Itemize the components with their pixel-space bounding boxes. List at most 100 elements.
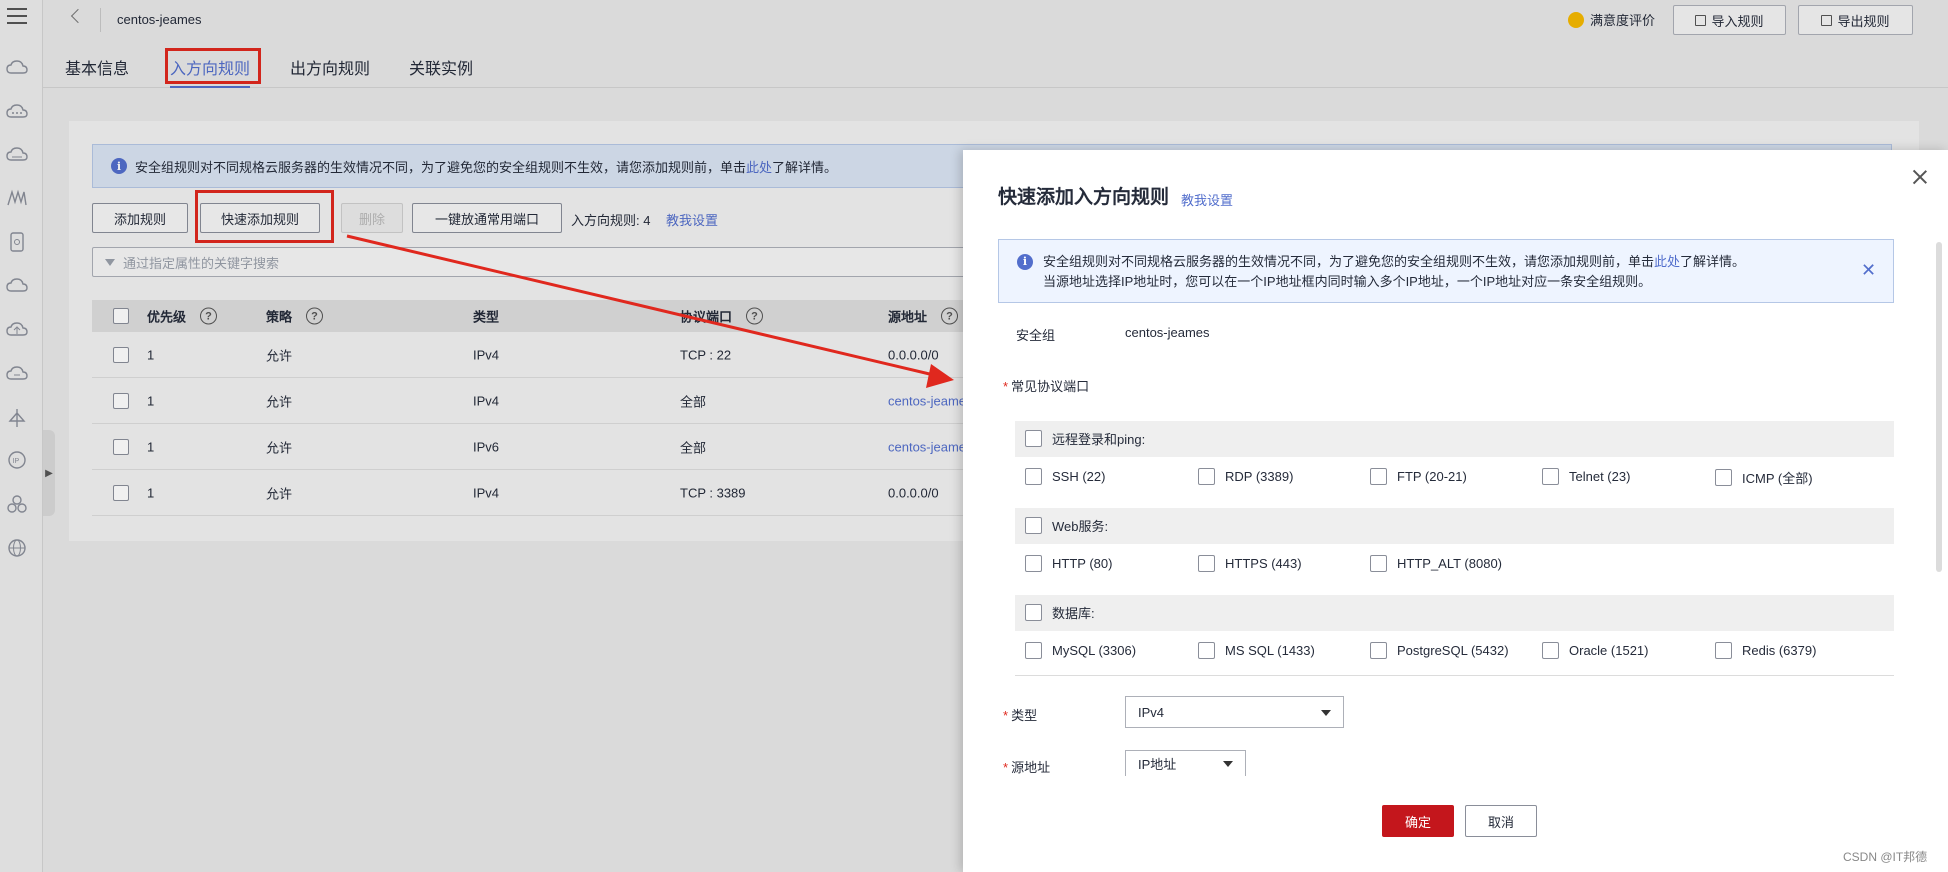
checkbox[interactable] [1715, 469, 1732, 486]
port-checkbox-http[interactable]: HTTP (80) [1025, 555, 1112, 572]
drawer-scrollbar[interactable] [1936, 242, 1942, 572]
cluster-icon[interactable] [6, 494, 28, 514]
checkbox[interactable] [1370, 642, 1387, 659]
checkbox[interactable] [1370, 555, 1387, 572]
port-checkbox-https[interactable]: HTTPS (443) [1198, 555, 1302, 572]
tab-basic-info[interactable]: 基本信息 [65, 55, 129, 79]
cancel-button[interactable]: 取消 [1465, 805, 1537, 837]
help-icon[interactable]: ? [306, 307, 324, 325]
delete-button[interactable]: 删除 [341, 203, 403, 233]
checkbox[interactable] [1542, 468, 1559, 485]
checkbox[interactable] [1025, 430, 1042, 447]
port-checkbox-telnet[interactable]: Telnet (23) [1542, 468, 1630, 485]
tab-outbound-rules[interactable]: 出方向规则 [290, 55, 370, 79]
row-checkbox[interactable] [113, 438, 129, 455]
checkbox[interactable] [1198, 468, 1215, 485]
add-rule-button[interactable]: 添加规则 [92, 203, 188, 233]
port-checkbox-ssh[interactable]: SSH (22) [1025, 468, 1105, 485]
back-icon[interactable] [70, 8, 86, 24]
port-checkbox-http-alt[interactable]: HTTP_ALT (8080) [1370, 555, 1502, 572]
open-common-ports-button[interactable]: 一键放通常用端口 [412, 203, 562, 233]
drawer-teach-link[interactable]: 教我设置 [1181, 190, 1233, 209]
group-checkbox-web[interactable]: Web服务: [1025, 516, 1108, 535]
header-separator [100, 8, 101, 32]
group-label: 数据库: [1052, 606, 1095, 621]
row-checkbox[interactable] [113, 484, 129, 501]
checkbox[interactable] [1198, 555, 1215, 572]
cell-type: IPv4 [473, 485, 500, 500]
source-select[interactable]: IP地址 [1125, 750, 1246, 776]
port-checkbox-redis[interactable]: Redis (6379) [1715, 642, 1816, 659]
port-checkbox-icmp[interactable]: ICMP (全部) [1715, 468, 1813, 487]
ip-icon[interactable]: IP [6, 450, 28, 470]
cell-protocol: 全部 [680, 394, 707, 409]
cloud-server-icon[interactable] [6, 58, 28, 78]
checkbox[interactable] [1370, 468, 1387, 485]
select-all-checkbox[interactable] [113, 308, 129, 324]
checkbox[interactable] [1025, 604, 1042, 621]
checkbox[interactable] [1025, 517, 1042, 534]
cell-policy: 允许 [266, 348, 293, 363]
help-icon[interactable]: ? [746, 307, 764, 325]
bandwidth-icon[interactable] [6, 188, 28, 208]
side-rail: IP ▶ [0, 0, 55, 872]
export-rules-button[interactable]: 导出规则 [1798, 5, 1913, 35]
help-icon[interactable]: ? [941, 307, 959, 325]
row-checkbox[interactable] [113, 392, 129, 409]
import-rules-button[interactable]: 导入规则 [1673, 5, 1786, 35]
cloud-link-icon[interactable] [6, 364, 28, 384]
checkbox[interactable] [1715, 642, 1732, 659]
checkbox[interactable] [1025, 642, 1042, 659]
cell-type: IPv4 [473, 393, 500, 408]
port-checkbox-oracle[interactable]: Oracle (1521) [1542, 642, 1648, 659]
checkbox[interactable] [1542, 642, 1559, 659]
help-icon[interactable]: ? [200, 307, 218, 325]
group-checkbox-database[interactable]: 数据库: [1025, 603, 1095, 622]
port-checkbox-postgresql[interactable]: PostgreSQL (5432) [1370, 642, 1509, 659]
sg-value: centos-jeames [1125, 325, 1210, 340]
port-checkbox-rdp[interactable]: RDP (3389) [1198, 468, 1293, 485]
collapse-handle[interactable]: ▶ [43, 430, 55, 516]
port-label: SSH (22) [1052, 469, 1106, 484]
col-source-label: 源地址 [888, 309, 928, 325]
tab-associated-instances[interactable]: 关联实例 [409, 55, 473, 79]
disk-icon[interactable] [6, 232, 28, 252]
menu-icon[interactable] [7, 8, 27, 29]
drawer-info-link[interactable]: 此处 [1654, 254, 1680, 269]
cell-source-link[interactable]: centos-jeame [888, 393, 966, 408]
dismiss-icon[interactable]: ✕ [1861, 260, 1876, 280]
checkbox[interactable] [1025, 555, 1042, 572]
type-select-value: IPv4 [1138, 704, 1165, 720]
checkbox[interactable] [1198, 642, 1215, 659]
globe-icon[interactable] [6, 538, 28, 558]
cell-source-link[interactable]: centos-jeame [888, 439, 966, 454]
col-priority: 优先级? [147, 307, 218, 326]
cell-priority: 1 [147, 485, 155, 500]
info-link[interactable]: 此处 [746, 160, 772, 175]
search-input[interactable]: 通过指定属性的关键字搜索 [92, 247, 1092, 277]
confirm-button[interactable]: 确定 [1382, 805, 1454, 837]
group-checkbox-remote-login[interactable]: 远程登录和ping: [1025, 429, 1145, 448]
import-icon [1695, 14, 1707, 26]
type-select[interactable]: IPv4 [1125, 696, 1344, 728]
cloud-storage-icon[interactable] [6, 145, 28, 165]
source-label: * 源地址 [1003, 760, 1051, 775]
checkbox[interactable] [1025, 468, 1042, 485]
cloud-icon[interactable] [6, 276, 28, 296]
port-label: MySQL (3306) [1052, 643, 1137, 658]
table-row: 1 允许 IPv4 全部 centos-jeame [92, 378, 1092, 424]
cloud-network-icon[interactable] [6, 102, 28, 122]
cloud-upload-icon[interactable] [6, 320, 28, 340]
port-checkbox-ftp[interactable]: FTP (20-21) [1370, 468, 1467, 485]
row-checkbox[interactable] [113, 346, 129, 363]
deploy-icon[interactable] [6, 408, 28, 428]
port-label: HTTP_ALT (8080) [1397, 556, 1503, 571]
security-group-title: centos-jeames [117, 12, 202, 27]
teach-me-link[interactable]: 教我设置 [666, 210, 718, 229]
port-checkbox-mssql[interactable]: MS SQL (1433) [1198, 642, 1315, 659]
satisfaction-link[interactable]: 满意度评价 [1568, 10, 1655, 29]
close-icon[interactable] [1911, 168, 1929, 186]
info-icon: i [1017, 254, 1033, 270]
group-database [1015, 595, 1894, 631]
port-checkbox-mysql[interactable]: MySQL (3306) [1025, 642, 1136, 659]
